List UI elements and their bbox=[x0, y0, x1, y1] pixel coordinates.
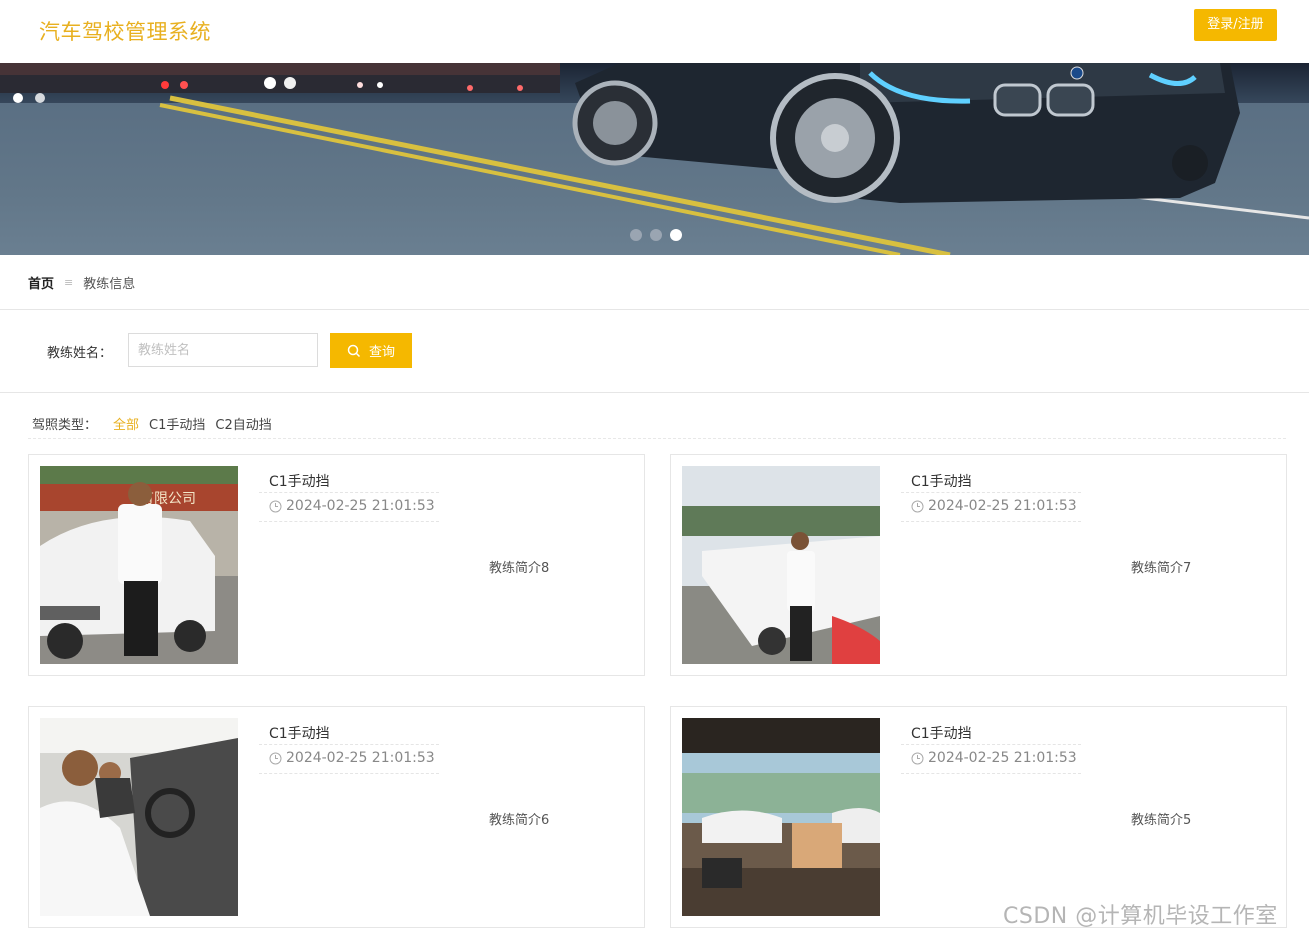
carousel-indicators bbox=[630, 229, 682, 241]
coach-card[interactable]: C1手动挡 2024-02-25 21:01:53 教练简介5 bbox=[670, 706, 1287, 928]
license-type: C1手动挡 bbox=[911, 726, 972, 742]
banner-car-image bbox=[0, 63, 1309, 255]
coach-intro: 教练简介6 bbox=[489, 813, 550, 828]
coach-intro: 教练简介7 bbox=[1131, 561, 1192, 576]
timestamp-text: 2024-02-25 21:01:53 bbox=[928, 750, 1077, 766]
coach-name-input[interactable] bbox=[128, 333, 318, 367]
coach-photo[interactable] bbox=[682, 718, 880, 916]
timestamp-text: 2024-02-25 21:01:53 bbox=[286, 498, 435, 514]
login-register-button[interactable]: 登录/注册 bbox=[1194, 9, 1277, 41]
breadcrumb: 首页 ≡ 教练信息 bbox=[28, 273, 135, 292]
license-type: C1手动挡 bbox=[269, 726, 330, 742]
carousel-dot-2[interactable] bbox=[650, 229, 662, 241]
divider bbox=[901, 773, 1081, 774]
timestamp: 2024-02-25 21:01:53 bbox=[269, 750, 435, 766]
breadcrumb-home[interactable]: 首页 bbox=[28, 273, 54, 292]
coach-card[interactable]: C1手动挡 2024-02-25 21:01:53 教练简介7 bbox=[670, 454, 1287, 676]
divider bbox=[901, 492, 1081, 493]
divider bbox=[0, 392, 1309, 393]
clock-icon bbox=[269, 500, 282, 512]
license-type: C1手动挡 bbox=[911, 474, 972, 490]
timestamp: 2024-02-25 21:01:53 bbox=[269, 498, 435, 514]
header: 汽车驾校管理系统 登录/注册 bbox=[0, 0, 1309, 63]
coach-card[interactable]: C1手动挡 2024-02-25 21:01:53 教练简介6 bbox=[28, 706, 645, 928]
carousel-dot-3[interactable] bbox=[670, 229, 682, 241]
site-title: 汽车驾校管理系统 bbox=[39, 20, 211, 44]
timestamp-text: 2024-02-25 21:01:53 bbox=[286, 750, 435, 766]
carousel-dot-1[interactable] bbox=[630, 229, 642, 241]
search-button[interactable]: 查询 bbox=[330, 333, 412, 368]
banner-carousel[interactable] bbox=[0, 63, 1309, 255]
filter-option-c2[interactable]: C2自动挡 bbox=[215, 414, 271, 433]
clock-icon bbox=[911, 500, 924, 512]
divider bbox=[259, 521, 439, 522]
timestamp-text: 2024-02-25 21:01:53 bbox=[928, 498, 1077, 514]
divider bbox=[259, 773, 439, 774]
clock-icon bbox=[269, 752, 282, 764]
search-icon bbox=[347, 344, 361, 357]
coach-intro: 教练简介8 bbox=[489, 561, 550, 576]
coach-intro: 教练简介5 bbox=[1131, 813, 1192, 828]
filter-label: 驾照类型： bbox=[32, 418, 98, 433]
coach-photo[interactable]: 有限公司 bbox=[40, 466, 238, 664]
coach-photo[interactable] bbox=[682, 466, 880, 664]
coach-name-label: 教练姓名： bbox=[47, 346, 113, 361]
timestamp: 2024-02-25 21:01:53 bbox=[911, 750, 1077, 766]
divider bbox=[901, 744, 1081, 745]
divider bbox=[259, 492, 439, 493]
filter-option-all[interactable]: 全部 bbox=[113, 414, 139, 433]
breadcrumb-current: 教练信息 bbox=[83, 277, 136, 292]
divider bbox=[0, 309, 1309, 310]
breadcrumb-separator: ≡ bbox=[64, 276, 74, 289]
divider bbox=[28, 438, 1286, 439]
license-type: C1手动挡 bbox=[269, 474, 330, 490]
divider bbox=[259, 744, 439, 745]
coach-card[interactable]: 有限公司 C1手动挡 2024-02-25 21:01:53 教练简介8 bbox=[28, 454, 645, 676]
divider bbox=[901, 521, 1081, 522]
coach-photo[interactable] bbox=[40, 718, 238, 916]
timestamp: 2024-02-25 21:01:53 bbox=[911, 498, 1077, 514]
license-type-filter: 驾照类型： 全部 C1手动挡 C2自动挡 bbox=[32, 414, 272, 433]
watermark: CSDN @计算机毕设工作室 bbox=[1003, 904, 1278, 929]
filter-option-c1[interactable]: C1手动挡 bbox=[149, 414, 205, 433]
clock-icon bbox=[911, 752, 924, 764]
search-button-label: 查询 bbox=[368, 345, 395, 360]
